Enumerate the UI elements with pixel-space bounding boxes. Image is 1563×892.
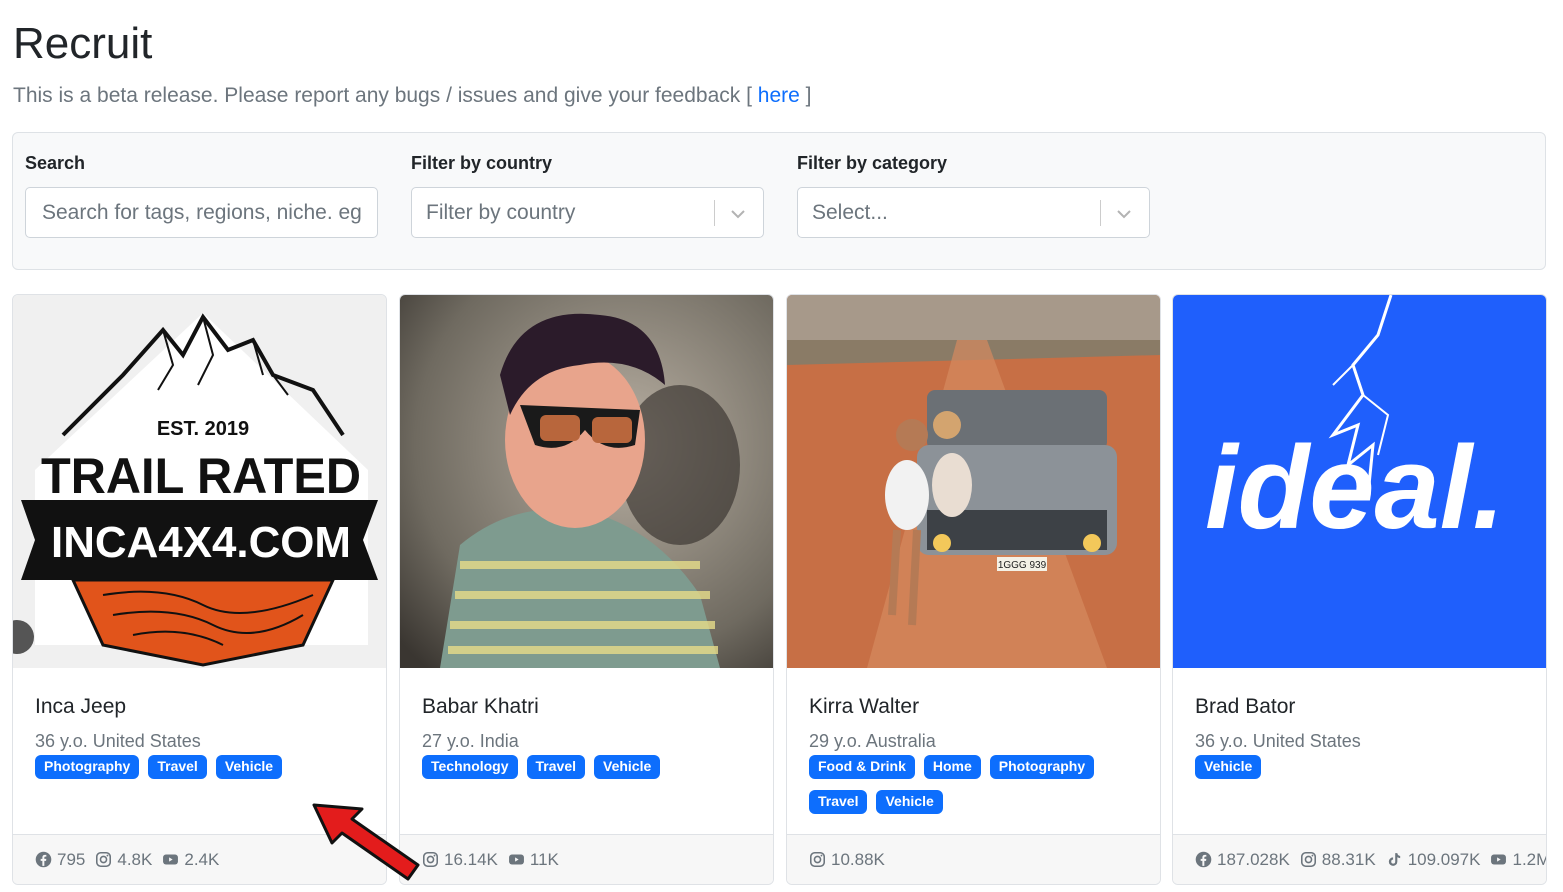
creator-name: Inca Jeep: [35, 695, 127, 718]
creator-card[interactable]: 1GGG 939 Kirra Walter 29 y.o. Australia …: [786, 294, 1161, 885]
category-select[interactable]: Select...: [797, 187, 1150, 238]
stat-youtube: 1.2M: [1490, 849, 1547, 870]
chevron-down-icon[interactable]: [728, 204, 748, 224]
tag-badge[interactable]: Vehicle: [876, 790, 943, 814]
profile-photo: [400, 295, 773, 668]
trail-rated-logo: EST. 2019 TRAIL RATED INCA4X4.COM: [13, 295, 386, 668]
stat-facebook: 187.028K: [1195, 850, 1290, 870]
creator-card[interactable]: ideal. Brad Bator 36 y.o. United States …: [1172, 294, 1547, 885]
stat-value: 1.2M: [1512, 849, 1547, 869]
creator-avatar[interactable]: ideal.: [1173, 295, 1546, 668]
ideal-logo-text: ideal.: [1205, 422, 1505, 554]
instagram-icon: [809, 851, 826, 868]
stat-value: 11K: [529, 849, 559, 869]
social-stats: 10.88K: [787, 834, 1160, 884]
creator-avatar[interactable]: [400, 295, 773, 668]
select-separator: [714, 200, 715, 226]
search-label: Search: [25, 153, 86, 173]
stat-value: 795: [57, 849, 86, 869]
stat-value: 109.097K: [1407, 849, 1481, 869]
country-select[interactable]: Filter by country: [411, 187, 764, 238]
country-select-placeholder: Filter by country: [426, 201, 576, 224]
creator-meta: 36 y.o. United States: [1195, 731, 1361, 751]
youtube-icon: [1490, 851, 1507, 868]
stat-value: 88.31K: [1321, 849, 1376, 869]
tag-list: Photography Travel Vehicle: [35, 755, 365, 790]
tiktok-icon: [1386, 851, 1403, 868]
beta-notice: This is a beta release. Please report an…: [13, 82, 811, 110]
tag-badge[interactable]: Travel: [148, 755, 207, 779]
social-stats: 16.14K 11K: [400, 834, 773, 884]
page-title: Recruit: [13, 19, 153, 68]
instagram-icon: [1300, 851, 1317, 868]
youtube-icon: [162, 851, 179, 868]
creator-meta: 36 y.o. United States: [35, 731, 201, 751]
creator-name: Kirra Walter: [809, 695, 920, 718]
beta-notice-close: ]: [805, 84, 812, 107]
logo-est-text: EST. 2019: [157, 418, 249, 440]
tag-badge[interactable]: Food & Drink: [809, 755, 915, 779]
category-filter-label: Filter by category: [797, 153, 948, 173]
select-separator: [1100, 200, 1101, 226]
tag-badge[interactable]: Vehicle: [594, 755, 661, 779]
creator-avatar[interactable]: 1GGG 939: [787, 295, 1160, 668]
tag-badge[interactable]: Home: [923, 755, 981, 779]
logo-title-text: TRAIL RATED: [41, 448, 361, 504]
tag-badge[interactable]: Travel: [809, 790, 868, 814]
tag-badge[interactable]: Photography: [989, 755, 1095, 779]
tag-list: Food & Drink Home Photography Travel Veh…: [809, 755, 1139, 825]
stat-tiktok: 109.097K: [1386, 849, 1481, 870]
stat-value: 2.4K: [184, 849, 220, 869]
stat-facebook: 795: [35, 850, 85, 870]
creator-card[interactable]: Babar Khatri 27 y.o. India Technology Tr…: [399, 294, 774, 885]
creator-meta: 27 y.o. India: [422, 731, 519, 751]
filter-panel: Search Filter by country Filter by count…: [12, 132, 1546, 270]
creator-name: Brad Bator: [1195, 695, 1296, 718]
stat-instagram: 10.88K: [809, 850, 885, 870]
tag-badge[interactable]: Photography: [35, 755, 140, 779]
stat-value: 16.14K: [444, 849, 498, 869]
facebook-icon: [35, 851, 52, 868]
stat-youtube: 11K: [508, 850, 559, 870]
tag-badge[interactable]: Vehicle: [1195, 755, 1262, 779]
tag-badge[interactable]: Travel: [526, 755, 586, 779]
creator-meta: 29 y.o. Australia: [809, 731, 936, 751]
instagram-icon: [95, 851, 112, 868]
chevron-down-icon[interactable]: [1114, 204, 1134, 224]
stat-instagram: 16.14K: [422, 850, 498, 870]
stat-value: 187.028K: [1217, 849, 1290, 869]
tag-badge[interactable]: Technology: [422, 755, 518, 779]
facebook-icon: [1195, 851, 1212, 868]
logo-url-text: INCA4X4.COM: [51, 518, 351, 567]
beta-notice-text: This is a beta release. Please report an…: [13, 84, 752, 107]
creator-name: Babar Khatri: [422, 695, 539, 718]
stat-value: 4.8K: [117, 849, 153, 869]
red-arrow-icon: [312, 803, 420, 881]
stat-youtube: 2.4K: [162, 850, 219, 870]
stat-instagram: 88.31K: [1300, 850, 1376, 870]
tag-list: Technology Travel Vehicle: [422, 755, 752, 790]
license-plate-text: 1GGG 939: [998, 560, 1047, 571]
tag-list: Vehicle: [1195, 755, 1525, 790]
feedback-link[interactable]: here: [758, 84, 800, 107]
social-stats: 187.028K 88.31K 109.097K 1.2M: [1173, 834, 1546, 884]
ideal-logo: ideal.: [1173, 295, 1546, 668]
profile-photo: 1GGG 939: [787, 295, 1160, 668]
stat-value: 10.88K: [831, 849, 885, 869]
tag-badge[interactable]: Vehicle: [215, 755, 283, 779]
country-filter-label: Filter by country: [411, 153, 553, 173]
stat-instagram: 4.8K: [95, 850, 152, 870]
search-field-wrapper: [25, 187, 378, 238]
category-select-placeholder: Select...: [812, 201, 888, 224]
search-input[interactable]: [26, 188, 377, 237]
youtube-icon: [508, 851, 525, 868]
creator-avatar[interactable]: EST. 2019 TRAIL RATED INCA4X4.COM: [13, 295, 386, 668]
